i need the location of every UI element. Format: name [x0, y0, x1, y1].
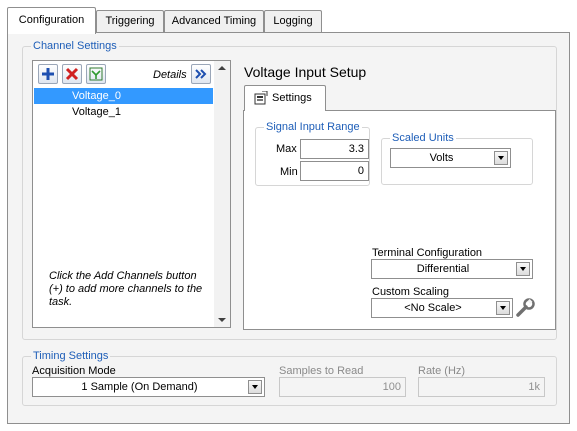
channel-properties-button[interactable] — [86, 64, 106, 84]
add-icon — [42, 68, 54, 80]
scaled-units-legend: Scaled Units — [390, 132, 456, 144]
add-channel-button[interactable] — [38, 64, 58, 84]
tab-logging[interactable]: Logging — [264, 10, 322, 32]
scroll-down-icon[interactable] — [218, 318, 226, 322]
terminal-configuration-select[interactable]: Differential — [371, 259, 533, 279]
signal-input-range-legend: Signal Input Range — [264, 121, 362, 133]
chevron-down-icon[interactable] — [516, 262, 530, 276]
channel-item-voltage-0[interactable]: Voltage_0 — [34, 88, 213, 104]
channel-settings-legend: Channel Settings — [31, 40, 119, 52]
tab-triggering[interactable]: Triggering — [96, 10, 164, 32]
min-input[interactable]: 0 — [300, 161, 369, 181]
min-label: Min — [280, 166, 298, 178]
acquisition-mode-value: 1 Sample (On Demand) — [81, 381, 198, 393]
tab-advanced-timing[interactable]: Advanced Timing — [164, 10, 264, 32]
max-input[interactable]: 3.3 — [300, 139, 369, 159]
chevron-down-icon[interactable] — [494, 151, 508, 165]
scaled-units-select[interactable]: Volts — [390, 148, 511, 168]
add-channels-hint: Click the Add Channels button (+) to add… — [49, 270, 203, 308]
channel-icon — [89, 67, 103, 81]
tab-configuration[interactable]: Configuration — [7, 7, 96, 34]
terminal-configuration-value: Differential — [416, 263, 470, 275]
scroll-up-icon[interactable] — [218, 66, 226, 70]
remove-channel-button[interactable] — [62, 64, 82, 84]
settings-icon — [254, 91, 268, 105]
custom-scaling-select[interactable]: <No Scale> — [371, 298, 513, 318]
chevron-down-icon[interactable] — [496, 301, 510, 315]
channel-list: Details Voltage_0 Voltage_1 Click the Ad… — [32, 60, 231, 328]
acquisition-mode-select[interactable]: 1 Sample (On Demand) — [32, 377, 265, 397]
channel-list-scrollbar[interactable] — [214, 61, 230, 327]
setup-title: Voltage Input Setup — [244, 64, 367, 80]
custom-scaling-value: <No Scale> — [404, 302, 462, 314]
max-label: Max — [276, 143, 297, 155]
samples-to-read-input[interactable]: 100 — [279, 377, 406, 397]
delete-icon — [65, 67, 79, 81]
rate-input[interactable]: 1k — [418, 377, 545, 397]
chevron-down-icon[interactable] — [248, 380, 262, 394]
expand-icon — [195, 69, 207, 79]
details-label: Details — [153, 69, 187, 81]
tab-settings[interactable]: Settings — [244, 85, 326, 111]
channel-item-voltage-1[interactable]: Voltage_1 — [34, 104, 213, 120]
settings-tab-label: Settings — [272, 92, 312, 104]
scaled-units-value: Volts — [429, 152, 454, 164]
wrench-icon[interactable] — [515, 298, 535, 318]
timing-settings-legend: Timing Settings — [31, 350, 111, 362]
details-expand-button[interactable] — [191, 64, 211, 84]
